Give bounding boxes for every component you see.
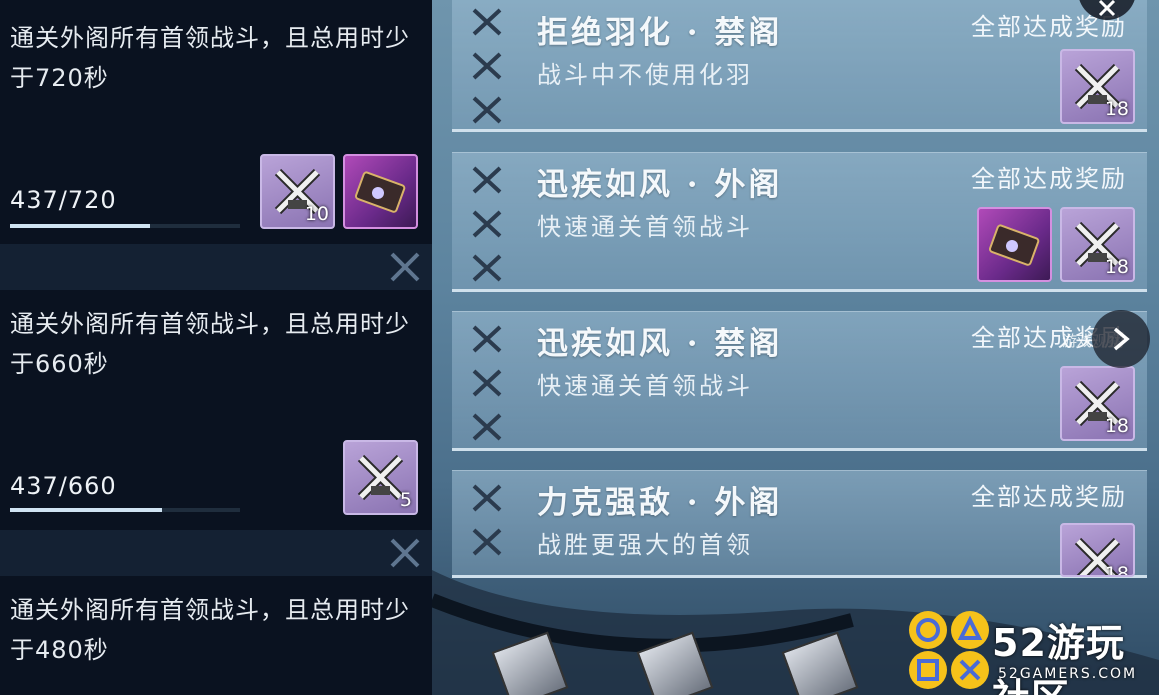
challenge-subtitle: 快速通关首领战斗 bbox=[537, 213, 753, 241]
crossed-swords-icon bbox=[472, 369, 502, 397]
task-card: 通关外阁所有首领战斗，且总用时少于480秒 bbox=[0, 576, 432, 695]
crossed-swords-icon bbox=[472, 254, 502, 282]
challenge-subtitle: 战斗中不使用化羽 bbox=[537, 61, 753, 89]
task-card: 通关外阁所有首领战斗，且总用时少于720秒 437/720 10 bbox=[0, 0, 432, 244]
challenge-card[interactable]: 迅疾如风 · 外阁 快速通关首领战斗 全部达成奖励 18 bbox=[452, 152, 1147, 292]
next-page-button[interactable] bbox=[1092, 310, 1150, 368]
scroll-icon bbox=[988, 224, 1040, 266]
crossed-swords-icon bbox=[472, 484, 502, 512]
reward-item[interactable]: 18 bbox=[1060, 207, 1135, 282]
logo-title: 52游玩社区 bbox=[992, 612, 1159, 695]
reward-item[interactable] bbox=[977, 207, 1052, 282]
crossed-swords-icon bbox=[472, 8, 502, 36]
task-progress-text: 437/660 bbox=[10, 472, 117, 500]
reward-item[interactable]: 18 bbox=[1060, 49, 1135, 124]
crossed-swords-icon bbox=[472, 325, 502, 353]
reward-item[interactable] bbox=[343, 154, 418, 229]
challenge-title: 拒绝羽化 · 禁阁 bbox=[537, 15, 783, 51]
crossed-swords-icon bbox=[390, 538, 420, 568]
reward-label: 全部达成奖励 bbox=[971, 165, 1127, 193]
task-description: 通关外阁所有首领战斗，且总用时少于720秒 bbox=[10, 24, 410, 92]
challenge-card[interactable]: 迅疾如风 · 禁阁 快速通关首领战斗 全部达成奖励 18 bbox=[452, 311, 1147, 451]
divider-row bbox=[0, 244, 432, 290]
crossed-swords-icon bbox=[472, 413, 502, 441]
site-logo-icon bbox=[909, 611, 989, 689]
crossed-swords-icon bbox=[390, 252, 420, 282]
close-icon bbox=[1098, 0, 1116, 17]
reward-item[interactable]: 5 bbox=[343, 440, 418, 515]
crossed-swords-icon bbox=[472, 166, 502, 194]
challenge-title: 迅疾如风 · 外阁 bbox=[537, 167, 783, 203]
challenge-card[interactable]: 拒绝羽化 · 禁阁 战斗中不使用化羽 全部达成奖励 18 bbox=[452, 0, 1147, 132]
challenge-title: 力克强敌 · 外阁 bbox=[537, 485, 783, 521]
chevron-right-icon bbox=[1113, 327, 1130, 351]
reward-count: 5 bbox=[399, 489, 412, 511]
crossed-swords-icon bbox=[472, 52, 502, 80]
reward-item[interactable]: 18 bbox=[1060, 366, 1135, 441]
task-progress-bar bbox=[10, 508, 240, 512]
reward-count: 10 bbox=[304, 203, 329, 225]
crossed-swords-icon bbox=[472, 96, 502, 124]
challenge-subtitle: 快速通关首领战斗 bbox=[537, 372, 753, 400]
reward-count: 18 bbox=[1104, 256, 1129, 278]
task-description: 通关外阁所有首领战斗，且总用时少于480秒 bbox=[10, 596, 410, 664]
reward-count: 18 bbox=[1104, 98, 1129, 120]
task-progress-bar bbox=[10, 224, 240, 228]
logo-domain: 52GAMERS.COM bbox=[998, 666, 1138, 682]
task-description: 通关外阁所有首领战斗，且总用时少于660秒 bbox=[10, 310, 410, 378]
challenge-title: 迅疾如风 · 禁阁 bbox=[537, 326, 783, 362]
reward-item[interactable]: 10 bbox=[260, 154, 335, 229]
crossed-swords-icon bbox=[472, 210, 502, 238]
reward-label: 全部达成奖励 bbox=[971, 483, 1127, 511]
logo-number: 52 bbox=[992, 621, 1047, 665]
task-card: 通关外阁所有首领战斗，且总用时少于660秒 437/660 5 bbox=[0, 290, 432, 530]
reward-count: 18 bbox=[1104, 415, 1129, 437]
task-progress-text: 437/720 bbox=[10, 186, 117, 214]
scroll-icon bbox=[354, 171, 406, 213]
task-list-panel: 通关外阁所有首领战斗，且总用时少于720秒 437/720 10 通关外阁所有首… bbox=[0, 0, 432, 695]
divider-row bbox=[0, 530, 432, 576]
